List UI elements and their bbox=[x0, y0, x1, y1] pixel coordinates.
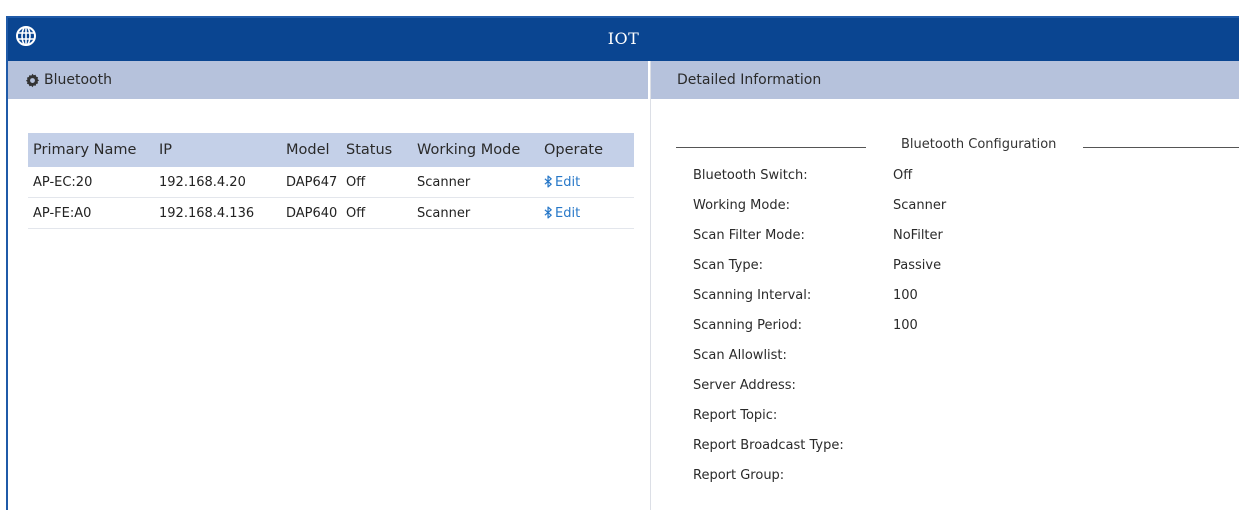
field-server-address: Server Address: bbox=[693, 371, 1213, 401]
section-title: Bluetooth Configuration bbox=[901, 137, 1057, 152]
cell-primary-name: AP-EC:20 bbox=[28, 167, 154, 198]
field-value: NoFilter bbox=[893, 228, 943, 243]
detail-panel: Detailed Information Bluetooth Configura… bbox=[650, 61, 1239, 510]
field-value: 100 bbox=[893, 318, 918, 333]
column-header-model[interactable]: Model bbox=[281, 133, 341, 167]
field-label: Bluetooth Switch: bbox=[693, 168, 808, 183]
edit-label: Edit bbox=[555, 174, 581, 190]
column-header-primary-name[interactable]: Primary Name bbox=[28, 133, 154, 167]
cell-operate: Edit bbox=[539, 167, 634, 198]
cell-working-mode: Scanner bbox=[412, 167, 539, 198]
detail-panel-title: Detailed Information bbox=[677, 72, 822, 88]
table-row[interactable]: AP-FE:A0 192.168.4.136 DAP640 Off Scanne… bbox=[28, 197, 634, 229]
cell-operate: Edit bbox=[539, 197, 634, 229]
bluetooth-panel: Bluetooth Primary Name IP Model Status W… bbox=[8, 61, 648, 510]
edit-button[interactable]: Edit bbox=[544, 206, 580, 221]
app-title: IOT bbox=[607, 29, 640, 48]
field-scanning-interval: Scanning Interval: 100 bbox=[693, 281, 1213, 311]
field-scan-filter-mode: Scan Filter Mode: NoFilter bbox=[693, 221, 1213, 251]
field-label: Scan Filter Mode: bbox=[693, 228, 805, 243]
bluetooth-configuration-heading: Bluetooth Configuration bbox=[651, 137, 1239, 157]
field-value: Scanner bbox=[893, 198, 947, 213]
field-working-mode: Working Mode: Scanner bbox=[693, 191, 1213, 221]
bluetooth-panel-title: Bluetooth bbox=[44, 72, 112, 88]
cell-model: DAP647 bbox=[281, 167, 341, 198]
field-report-broadcast-type: Report Broadcast Type: bbox=[693, 431, 1213, 461]
field-value: Passive bbox=[893, 258, 942, 273]
cell-primary-name: AP-FE:A0 bbox=[28, 197, 154, 229]
cell-ip: 192.168.4.20 bbox=[154, 167, 281, 198]
detail-panel-header: Detailed Information bbox=[651, 61, 1239, 99]
field-label: Scan Type: bbox=[693, 258, 763, 273]
bluetooth-icon bbox=[544, 205, 552, 219]
bluetooth-panel-header: Bluetooth bbox=[8, 61, 648, 99]
iot-window: IOT Bluetooth Primary Name IP Model Stat… bbox=[6, 16, 1239, 510]
edit-label: Edit bbox=[555, 205, 581, 221]
field-bluetooth-switch: Bluetooth Switch: Off bbox=[693, 161, 1213, 191]
field-scan-type: Scan Type: Passive bbox=[693, 251, 1213, 281]
column-header-operate: Operate bbox=[544, 142, 603, 158]
column-header-working-mode[interactable]: Working Mode bbox=[412, 133, 539, 167]
cell-ip: 192.168.4.136 bbox=[154, 197, 281, 229]
field-label: Report Topic: bbox=[693, 408, 778, 423]
column-header-status[interactable]: Status bbox=[341, 133, 412, 167]
field-label: Server Address: bbox=[693, 378, 796, 393]
field-report-topic: Report Topic: bbox=[693, 401, 1213, 431]
field-scanning-period: Scanning Period: 100 bbox=[693, 311, 1213, 341]
gear-icon bbox=[25, 73, 40, 88]
divider bbox=[1083, 147, 1239, 148]
field-value: 100 bbox=[893, 288, 918, 303]
field-label: Report Group: bbox=[693, 468, 785, 483]
table-row[interactable]: AP-EC:20 192.168.4.20 DAP647 Off Scanner… bbox=[28, 167, 634, 198]
field-label: Scanning Period: bbox=[693, 318, 802, 333]
field-scan-allowlist: Scan Allowlist: bbox=[693, 341, 1213, 371]
column-header-ip[interactable]: IP bbox=[154, 133, 281, 167]
table-header-row: Primary Name IP Model Status Working Mod… bbox=[28, 133, 634, 167]
cell-status: Off bbox=[341, 167, 412, 198]
field-label: Scanning Interval: bbox=[693, 288, 812, 303]
title-bar: IOT bbox=[8, 18, 1239, 61]
edit-button[interactable]: Edit bbox=[544, 175, 580, 190]
cell-working-mode: Scanner bbox=[412, 197, 539, 229]
field-label: Scan Allowlist: bbox=[693, 348, 787, 363]
field-label: Report Broadcast Type: bbox=[693, 438, 844, 453]
field-report-group: Report Group: bbox=[693, 461, 1213, 491]
field-label: Working Mode: bbox=[693, 198, 790, 213]
bluetooth-devices-table: Primary Name IP Model Status Working Mod… bbox=[28, 133, 634, 229]
divider bbox=[676, 147, 866, 148]
field-value: Off bbox=[893, 168, 913, 183]
cell-model: DAP640 bbox=[281, 197, 341, 229]
bluetooth-icon bbox=[544, 174, 552, 188]
cell-status: Off bbox=[341, 197, 412, 229]
bluetooth-config-fields: Bluetooth Switch: Off Working Mode: Scan… bbox=[693, 161, 1213, 491]
